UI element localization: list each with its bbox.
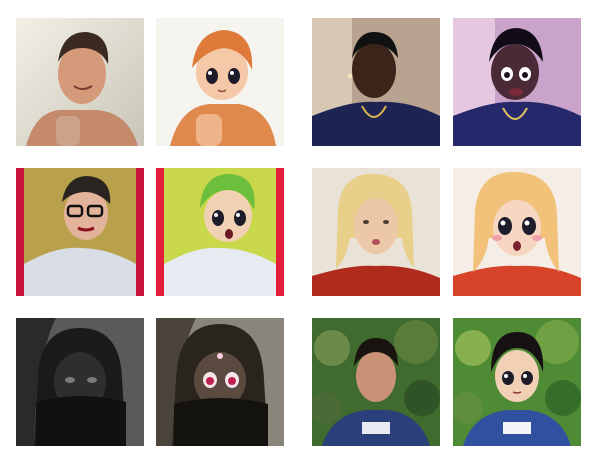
photo-man-blue-shirt — [312, 318, 440, 446]
photo-man-dark-shirt — [312, 18, 440, 146]
anime-man-blue-shirt — [453, 318, 581, 446]
anime-man-green-hair — [156, 168, 284, 296]
photo-shirtless-man — [16, 18, 144, 146]
anime-man-dark-shirt — [453, 18, 581, 146]
photo-man-glasses — [16, 168, 144, 296]
anime-shirtless-man — [156, 18, 284, 146]
photo-woman-dark-bw — [16, 318, 144, 446]
photo-blonde-woman — [312, 168, 440, 296]
anime-blonde-woman — [453, 168, 581, 296]
anime-woman-dark — [156, 318, 284, 446]
